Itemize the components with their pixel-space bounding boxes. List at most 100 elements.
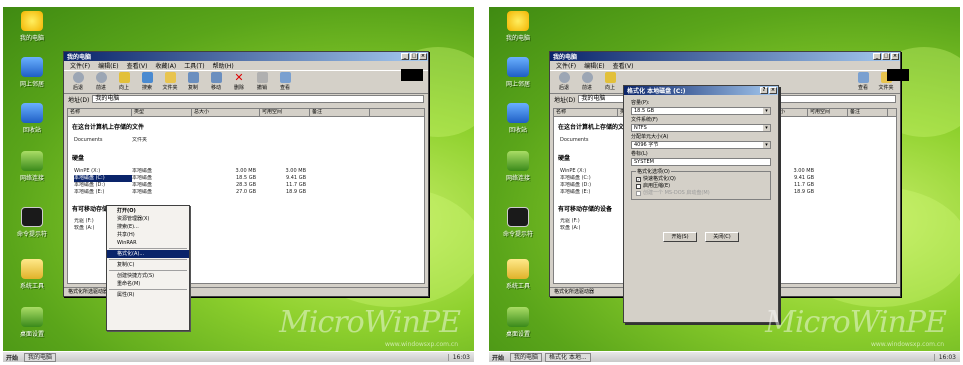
format-options-label: 格式化选项(O) <box>636 168 671 175</box>
black-box <box>401 69 423 81</box>
minimize-button[interactable]: _ <box>401 53 409 60</box>
menu-item-share[interactable]: 共享(H) <box>107 231 189 239</box>
up-button[interactable]: 向上 <box>600 72 620 91</box>
copy-button[interactable]: 复制 <box>183 72 203 91</box>
taskbar-item-format[interactable]: 格式化 本地... <box>545 352 591 362</box>
start-button[interactable]: 开始 <box>489 353 507 362</box>
folder-up-icon <box>604 72 616 83</box>
menu-edit[interactable]: 编辑(E) <box>98 61 118 70</box>
allocation-select[interactable]: 4096 字节 <box>631 141 771 149</box>
up-button[interactable]: 向上 <box>114 72 134 91</box>
menu-item-shortcut[interactable]: 创建快捷方式(S) <box>107 272 189 280</box>
desktop-icon-recycle[interactable]: 回收站 <box>495 103 541 143</box>
folders-icon <box>164 72 176 83</box>
menu-item-winrar[interactable]: WinRAR <box>107 239 189 247</box>
minimize-button[interactable]: _ <box>873 53 881 60</box>
close-button[interactable]: × <box>419 53 427 60</box>
col-free[interactable]: 可用空间 <box>260 109 310 116</box>
menu-item-open[interactable]: 打开(O) <box>107 207 189 215</box>
checkbox-checked-icon: ✓ <box>636 177 641 182</box>
col-name[interactable]: 名称 <box>554 109 618 116</box>
volume-input[interactable]: SYSTEM <box>631 158 771 166</box>
desktop-icon-network[interactable]: 网上邻居 <box>495 57 541 97</box>
desktop-icon-settings[interactable]: 桌面设置 <box>9 307 55 347</box>
dialog-titlebar[interactable]: 格式化 本地磁盘 (C:) ? × <box>624 86 778 95</box>
views-button[interactable]: 查看 <box>275 72 295 91</box>
forward-button[interactable]: 前进 <box>577 72 597 91</box>
desktop-icon-network[interactable]: 网上邻居 <box>9 57 55 97</box>
menu-help[interactable]: 帮助(H) <box>213 61 234 70</box>
desktop-icon-connections[interactable]: 网络连接 <box>9 151 55 191</box>
delete-button[interactable]: ✕ 删除 <box>229 72 249 91</box>
drive-row-selected[interactable]: 本地磁盘 (C:) 本地磁盘 18.5 GB 9.41 GB <box>68 175 424 182</box>
menu-tools[interactable]: 工具(T) <box>184 61 204 70</box>
close-button[interactable]: × <box>891 53 899 60</box>
quick-format-checkbox[interactable]: ✓ 快速格式化(Q) <box>636 176 766 183</box>
close-button[interactable]: × <box>769 87 777 94</box>
desktop-icon-computer[interactable]: 我的电脑 <box>495 11 541 51</box>
desktop-icon-connections[interactable]: 网络连接 <box>495 151 541 191</box>
taskbar-item-computer[interactable]: 我的电脑 <box>24 352 57 362</box>
desktop-icon-cmd[interactable]: 命令提示符 <box>9 207 55 247</box>
menu-file[interactable]: 文件(F) <box>556 61 576 70</box>
menu-view[interactable]: 查看(V) <box>613 61 634 70</box>
close-dialog-button[interactable]: 关闭(C) <box>705 232 739 242</box>
recycle-bin-icon <box>21 103 43 123</box>
desktop-icon-tools[interactable]: 系统工具 <box>9 259 55 299</box>
undo-button[interactable]: 撤销 <box>252 72 272 91</box>
col-name[interactable]: 名称 <box>68 109 132 116</box>
list-item-documents[interactable]: Documents 文件夹 <box>68 137 424 144</box>
maximize-button[interactable]: □ <box>410 53 418 60</box>
search-button[interactable]: 搜索 <box>137 72 157 91</box>
back-button[interactable]: 后退 <box>554 72 574 91</box>
desktop-icon-recycle[interactable]: 回收站 <box>9 103 55 143</box>
desktop-icon-computer[interactable]: 我的电脑 <box>9 11 55 51</box>
start-button[interactable]: 开始 <box>3 353 21 362</box>
col-notes[interactable]: 备注 <box>848 109 888 116</box>
recycle-bin-icon <box>507 103 529 123</box>
address-input[interactable]: 我的电脑 <box>92 95 424 103</box>
menu-view[interactable]: 查看(V) <box>127 61 148 70</box>
drive-row[interactable]: 本地磁盘 (E:) 本地磁盘 27.0 GB 18.9 GB <box>68 189 424 196</box>
format-dialog: 格式化 本地磁盘 (C:) ? × 容量(P): 18.5 GB 文件系统(F)… <box>623 85 779 323</box>
left-desktop-screenshot: 我的电脑 网上邻居 回收站 网络连接 命令提示符 系统工具 桌面设置 我的电脑 … <box>3 7 474 362</box>
watermark-logo: MicroWinPE <box>765 305 947 340</box>
compression-checkbox[interactable]: 启用压缩(E) <box>636 183 766 190</box>
views-button[interactable]: 查看 <box>853 72 873 91</box>
folder-up-icon <box>118 72 130 83</box>
taskbar: 开始 我的电脑 格式化 本地... 16:03 <box>489 351 960 362</box>
menu-separator <box>109 259 187 260</box>
help-button[interactable]: ? <box>760 87 768 94</box>
col-total[interactable]: 总大小 <box>192 109 260 116</box>
back-button[interactable]: 后退 <box>68 72 88 91</box>
drive-row[interactable]: 本地磁盘 (D:) 本地磁盘 28.3 GB 11.7 GB <box>68 182 424 189</box>
menu-file[interactable]: 文件(F) <box>70 61 90 70</box>
maximize-button[interactable]: □ <box>882 53 890 60</box>
window-titlebar[interactable]: 我的电脑 _ □ × <box>550 52 900 61</box>
forward-icon <box>581 72 593 83</box>
menu-favorites[interactable]: 收藏(A) <box>155 61 176 70</box>
window-titlebar[interactable]: 我的电脑 _ □ × <box>64 52 428 61</box>
col-type[interactable]: 类型 <box>132 109 192 116</box>
forward-button[interactable]: 前进 <box>91 72 111 91</box>
menu-item-copy[interactable]: 复制(C) <box>107 261 189 269</box>
desktop-icon-tools[interactable]: 系统工具 <box>495 259 541 299</box>
move-button[interactable]: 移动 <box>206 72 226 91</box>
filesystem-select[interactable]: NTFS <box>631 124 771 132</box>
capacity-select[interactable]: 18.5 GB <box>631 107 771 115</box>
col-free[interactable]: 可用空间 <box>808 109 848 116</box>
menu-item-explore[interactable]: 资源管理器(X) <box>107 215 189 223</box>
globe-icon <box>21 307 43 327</box>
menu-edit[interactable]: 编辑(E) <box>584 61 604 70</box>
menu-item-rename[interactable]: 重命名(M) <box>107 280 189 288</box>
folders-button[interactable]: 文件夹 <box>160 72 180 91</box>
drive-row[interactable]: WinPE (X:) 本地磁盘 3.00 MB 3.00 MB <box>68 168 424 175</box>
menu-item-format[interactable]: 格式化(A)... <box>107 250 189 258</box>
taskbar-item-computer[interactable]: 我的电脑 <box>510 352 543 362</box>
menu-item-search[interactable]: 搜索(E)... <box>107 223 189 231</box>
desktop-icon-settings[interactable]: 桌面设置 <box>495 307 541 347</box>
menu-item-properties[interactable]: 属性(R) <box>107 291 189 299</box>
col-notes[interactable]: 备注 <box>310 109 370 116</box>
start-button[interactable]: 开始(S) <box>663 232 697 242</box>
desktop-icon-cmd[interactable]: 命令提示符 <box>495 207 541 247</box>
